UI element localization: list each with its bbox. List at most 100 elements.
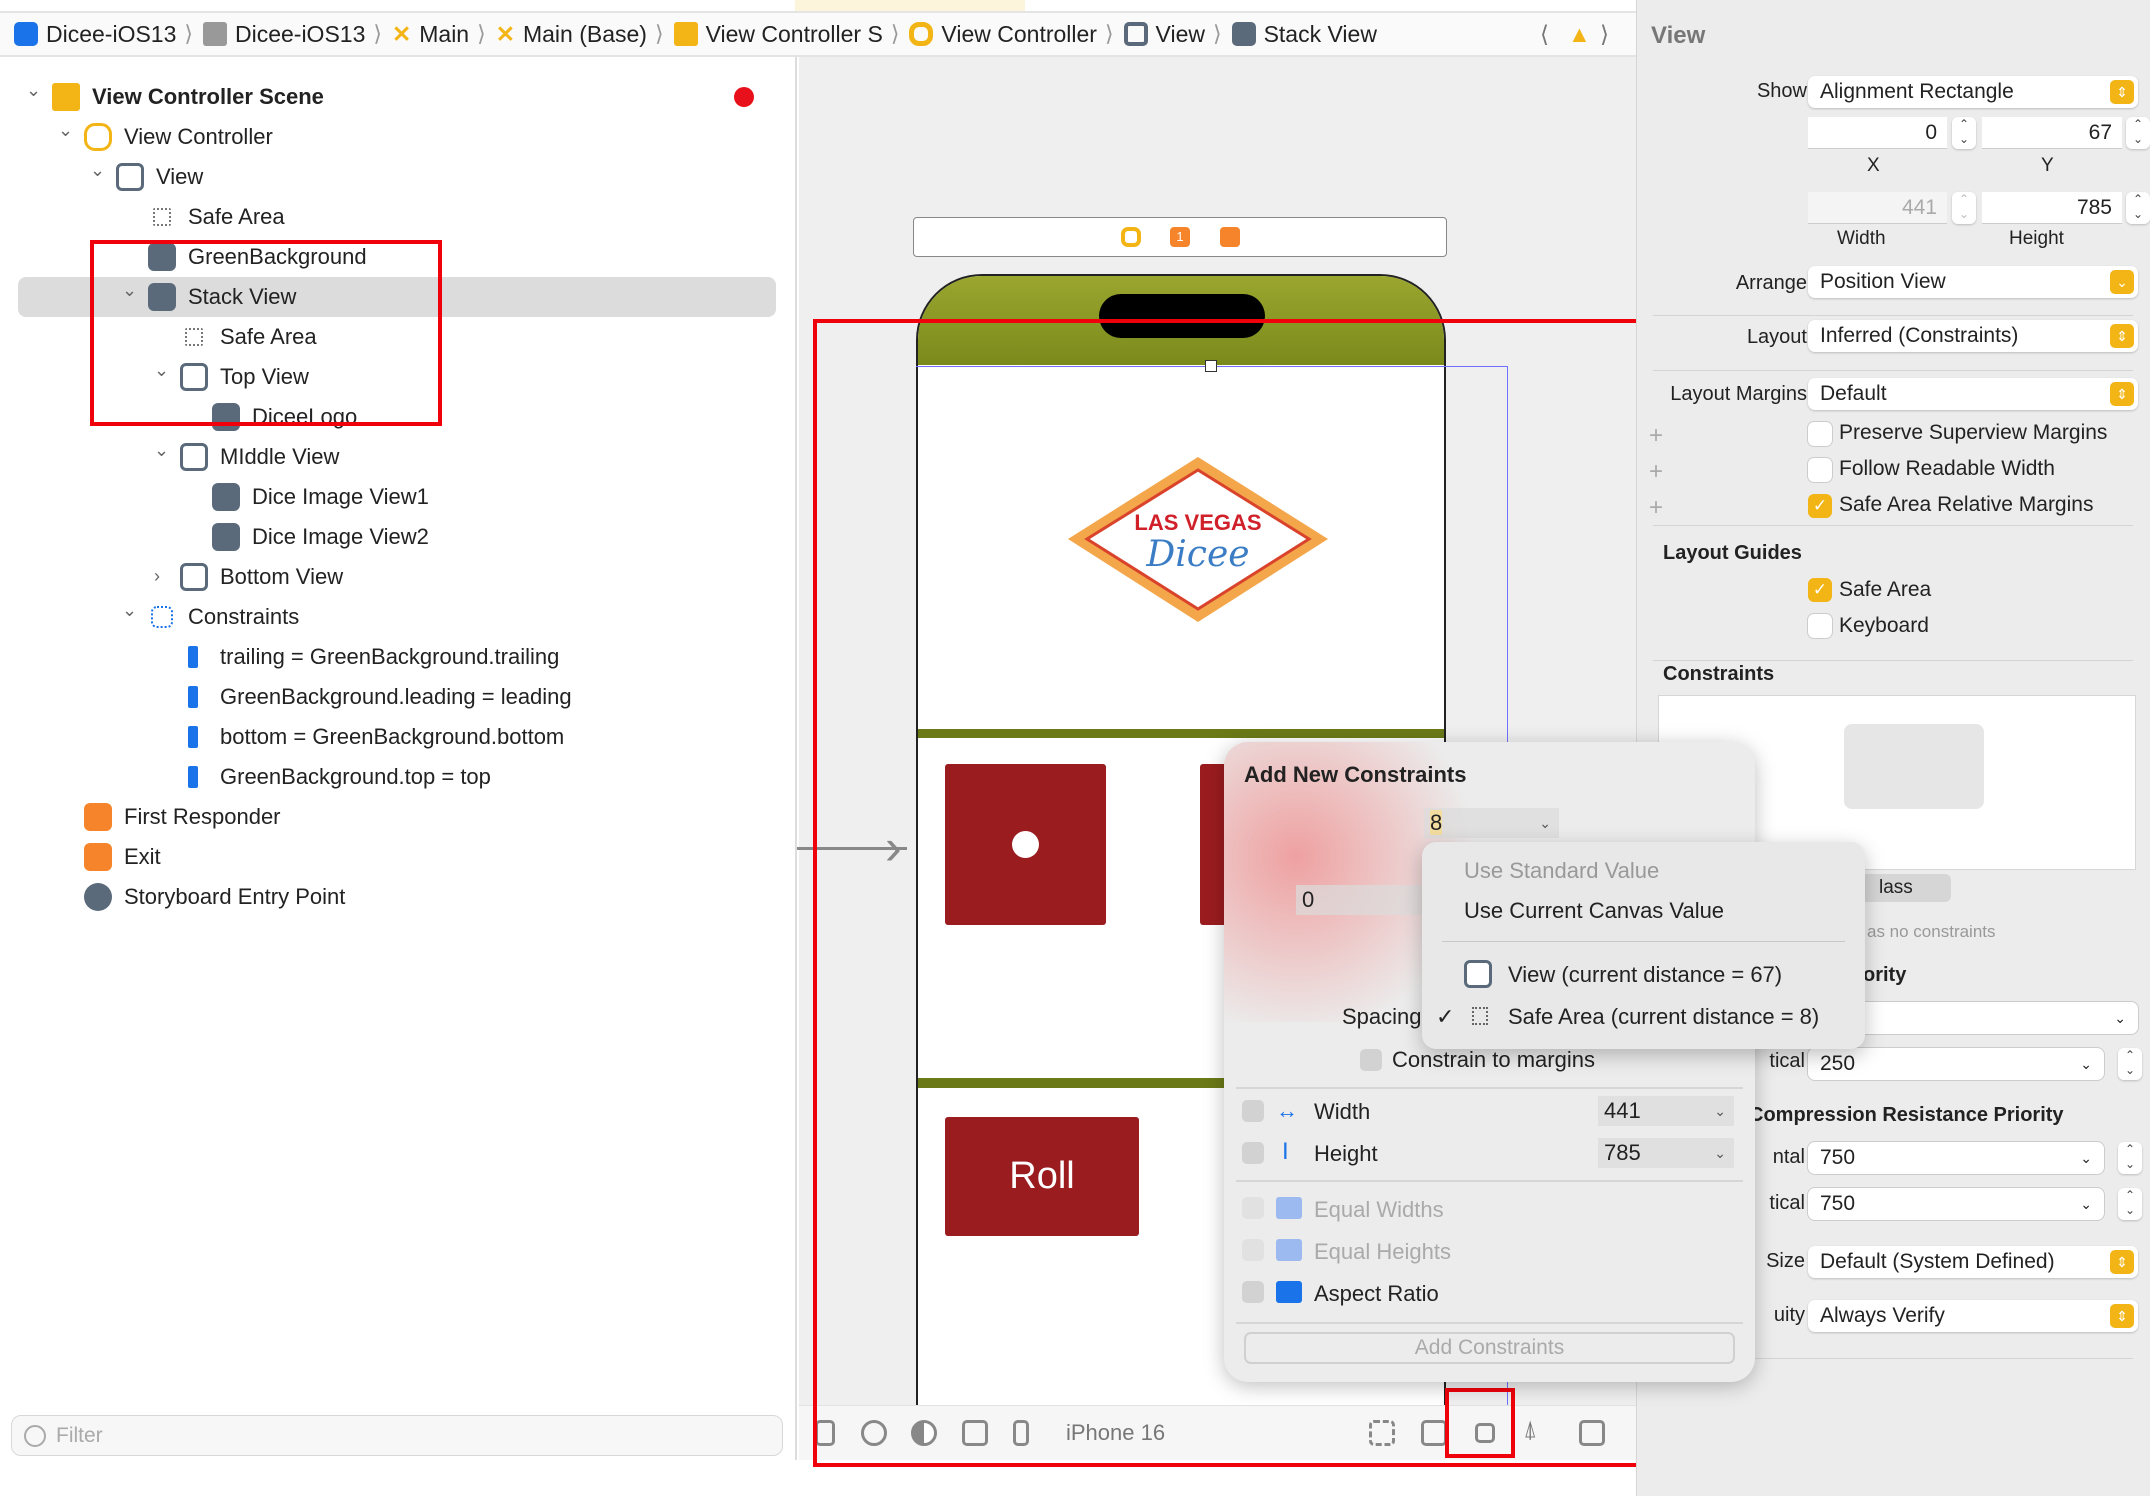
chevron-updown-icon: ⇕ — [2110, 1304, 2134, 1328]
width-checkbox[interactable] — [1242, 1100, 1264, 1122]
leading-spacing-field[interactable]: 0 — [1296, 885, 1426, 915]
crumb-scene[interactable]: View Controller S — [673, 21, 883, 48]
outline-item[interactable]: ⌄ View Controller — [0, 117, 780, 157]
crumb-stack-view[interactable]: Stack View — [1231, 21, 1377, 48]
size-class-button[interactable]: lass — [1859, 874, 1951, 902]
comp-h-stepper[interactable]: ⌃ ⌄ — [2118, 1142, 2142, 1174]
error-indicator-icon[interactable] — [734, 87, 754, 107]
comp-h-field[interactable]: 750 ⌄ — [1808, 1142, 2104, 1174]
crumb-main-base[interactable]: ✕ Main (Base) — [496, 21, 647, 48]
exit-icon[interactable] — [1220, 227, 1240, 247]
hug-vertical-stepper[interactable]: ⌃ ⌄ — [2118, 1048, 2142, 1080]
chevron-down-icon[interactable]: ⌄ — [90, 161, 105, 179]
chevron-down-icon[interactable]: ⌄ — [26, 81, 41, 99]
outline-item[interactable]: GreenBackground.leading = leading — [0, 677, 780, 717]
arrange-popup[interactable]: Position View ⌄ — [1808, 266, 2138, 298]
chevron-down-icon[interactable]: ⌄ — [122, 601, 137, 619]
outline-item[interactable]: Dice Image View1 — [0, 477, 780, 517]
filter-placeholder: Filter — [56, 1423, 103, 1447]
outline-item-label: Constraints — [188, 604, 300, 629]
constraint-icon — [188, 646, 198, 668]
layout-popup[interactable]: Inferred (Constraints) ⇕ — [1808, 320, 2138, 352]
intrinsic-size-popup[interactable]: Default (System Defined) ⇕ — [1808, 1246, 2138, 1278]
guide-safe-area-label: Safe Area — [1839, 578, 1932, 601]
readable-width-checkbox[interactable] — [1808, 458, 1832, 482]
warning-icon[interactable]: ▲ — [1568, 21, 1591, 48]
constraint-icon — [188, 726, 198, 748]
safe-area-relative-checkbox[interactable]: ✓ — [1808, 494, 1832, 518]
equal-heights-checkbox[interactable] — [1242, 1239, 1264, 1261]
crumb-folder[interactable]: Dicee-iOS13 — [202, 21, 365, 48]
top-spacing-field[interactable]: 8 ⌄ — [1424, 808, 1559, 838]
first-responder-icon[interactable]: 1 — [1170, 227, 1190, 247]
outline-item[interactable]: ⌄ View — [0, 157, 780, 197]
hug-vertical-field[interactable]: 250 ⌄ — [1808, 1048, 2104, 1080]
outline-item[interactable]: Storyboard Entry Point — [0, 877, 780, 917]
back-icon[interactable]: ⟨ — [1540, 21, 1549, 48]
crumb-main[interactable]: ✕ Main — [392, 21, 469, 48]
menu-item-view[interactable]: View (current distance = 67) — [1508, 962, 1782, 988]
comp-v-value: 750 — [1820, 1192, 1856, 1215]
height-checkbox[interactable] — [1242, 1142, 1264, 1164]
chevron-down-icon[interactable]: ⌄ — [58, 121, 73, 139]
first-responder-icon — [84, 803, 112, 831]
height-field[interactable]: 785 ⌄ — [1598, 1138, 1734, 1168]
outline-item[interactable]: › Bottom View — [0, 557, 780, 597]
add-constraints-button[interactable]: Add Constraints — [1244, 1332, 1735, 1364]
equal-widths-checkbox[interactable] — [1242, 1197, 1264, 1219]
width-field[interactable]: 441 ⌄ — [1598, 1096, 1734, 1126]
ambiguity-popup[interactable]: Always Verify ⇕ — [1808, 1300, 2138, 1332]
constraints-icon — [151, 606, 173, 628]
entry-icon — [84, 883, 112, 911]
menu-item-standard-value[interactable]: Use Standard Value — [1464, 858, 1659, 884]
view-controller-icon[interactable] — [1121, 227, 1141, 247]
aspect-ratio-checkbox[interactable] — [1242, 1281, 1264, 1303]
comp-v-field[interactable]: 750 ⌄ — [1808, 1188, 2104, 1220]
add-variation-icons[interactable]: + + + — [1649, 418, 1663, 526]
filter-input[interactable]: Filter — [11, 1415, 783, 1456]
outline-item[interactable]: bottom = GreenBackground.bottom — [0, 717, 780, 757]
margins-popup[interactable]: Default ⇕ — [1808, 378, 2138, 410]
crumb-view-controller[interactable]: View Controller — [909, 21, 1097, 48]
y-field[interactable]: 67 — [1982, 117, 2122, 149]
outline-item[interactable]: GreenBackground.top = top — [0, 757, 780, 797]
crumb-view[interactable]: View — [1123, 21, 1205, 48]
outline-item[interactable]: ⌄ View Controller Scene — [0, 77, 780, 117]
chevron-right-icon[interactable]: › — [154, 567, 168, 585]
annotation-box — [90, 240, 442, 426]
outline-item[interactable]: Safe Area — [0, 197, 780, 237]
menu-item-safe-area[interactable]: Safe Area (current distance = 8) — [1508, 1004, 1819, 1030]
outline-item[interactable]: First Responder — [0, 797, 780, 837]
constrain-margins-checkbox[interactable] — [1360, 1049, 1382, 1071]
outline-item[interactable]: Dice Image View2 — [0, 517, 780, 557]
aspect-ratio-label: Aspect Ratio — [1314, 1281, 1439, 1306]
outline-item[interactable]: Exit — [0, 837, 780, 877]
preserve-margins-checkbox[interactable] — [1808, 422, 1832, 446]
x-stepper[interactable]: ⌃ ⌄ — [1952, 117, 1976, 149]
height-label: Height — [1314, 1141, 1378, 1166]
leading-spacing-value: 0 — [1302, 887, 1315, 912]
outline-item[interactable]: trailing = GreenBackground.trailing — [0, 637, 780, 677]
chevron-updown-icon: ⇕ — [2110, 324, 2134, 348]
height-stepper[interactable]: ⌃ ⌄ — [2126, 192, 2150, 224]
guide-safe-area-checkbox[interactable]: ✓ — [1808, 578, 1832, 602]
outline-item[interactable]: ⌄ MIddle View — [0, 437, 780, 477]
show-popup[interactable]: Alignment Rectangle ⇕ — [1808, 76, 2138, 108]
outline-item[interactable]: ⌄ Constraints — [0, 597, 780, 637]
width-icon: ↔ — [1276, 1098, 1298, 1123]
height-field[interactable]: 785 — [1982, 192, 2122, 224]
y-stepper[interactable]: ⌃ ⌄ — [2126, 117, 2150, 149]
storyboard-icon: ✕ — [495, 20, 515, 47]
crumb-project[interactable]: Dicee-iOS13 — [14, 21, 176, 48]
breadcrumb: Dicee-iOS13 ⟩ Dicee-iOS13 ⟩ ✕ Main ⟩ ✕ Main (… — [0, 11, 1636, 57]
guide-keyboard-checkbox[interactable] — [1808, 614, 1832, 638]
x-field[interactable]: 0 — [1808, 117, 1947, 149]
comp-v-stepper[interactable]: ⌃ ⌄ — [2118, 1188, 2142, 1220]
menu-item-canvas-value[interactable]: Use Current Canvas Value — [1464, 898, 1724, 924]
exit-icon — [84, 843, 112, 871]
outline-item-label: View — [156, 164, 204, 189]
inspector-title: View — [1651, 22, 1706, 49]
chevron-down-icon[interactable]: ⌄ — [154, 441, 169, 459]
forward-icon[interactable]: ⟩ — [1600, 21, 1609, 48]
margins-label: Layout Margins — [1670, 383, 1807, 405]
